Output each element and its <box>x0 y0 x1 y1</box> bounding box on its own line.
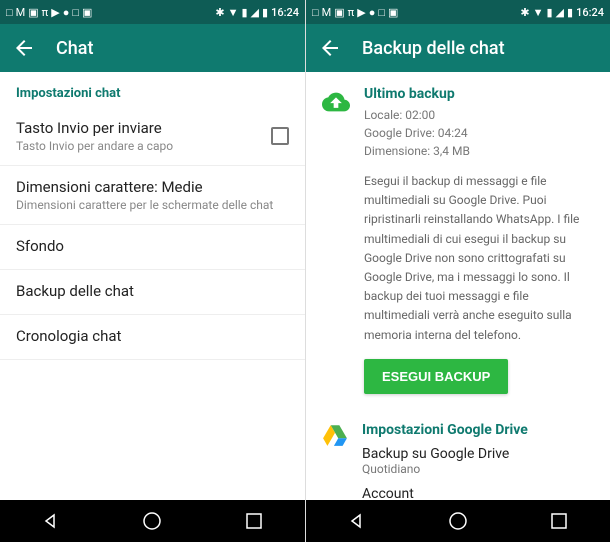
list-item-enter-send[interactable]: Tasto Invio per inviare Tasto Invio per … <box>0 107 305 166</box>
screen-chat-backup: □M▣π▶●□▣ ✱▼▮◢▮ 16:24 Backup delle chat U… <box>305 0 610 542</box>
nav-bar <box>306 500 610 542</box>
backup-size: Dimensione: 3,4 MB <box>364 142 594 160</box>
page-title: Chat <box>56 38 93 59</box>
backup-local-time: Locale: 02:00 <box>364 106 594 124</box>
cloud-upload-icon <box>322 88 350 116</box>
status-icons-left: □M▣π▶●□▣ <box>312 6 398 19</box>
backup-content[interactable]: Ultimo backup Locale: 02:00 Google Drive… <box>306 72 610 500</box>
gdrive-backup-frequency[interactable]: Backup su Google Drive Quotidiano <box>362 446 594 476</box>
nav-recent-button[interactable] <box>547 509 571 533</box>
list-item-font-size[interactable]: Dimensioni carattere: Medie Dimensioni c… <box>0 166 305 225</box>
google-drive-icon <box>322 422 348 448</box>
list-item-secondary: Dimensioni carattere per le schermate de… <box>16 198 289 212</box>
back-button[interactable] <box>318 36 342 60</box>
backup-drive-time: Google Drive: 04:24 <box>364 124 594 142</box>
status-bar: □M▣π▶●□▣ ✱▼▮◢▮ 16:24 <box>0 0 305 24</box>
status-time: 16:24 <box>271 6 299 19</box>
backup-now-button[interactable]: ESEGUI BACKUP <box>364 359 508 394</box>
app-bar: Backup delle chat <box>306 24 610 72</box>
back-button[interactable] <box>12 36 36 60</box>
list-item-chat-backup[interactable]: Backup delle chat <box>0 270 305 315</box>
list-item-primary: Backup delle chat <box>16 282 289 300</box>
status-icons-right: ✱▼▮◢▮ 16:24 <box>215 6 299 19</box>
gdrive-item-secondary: Quotidiano <box>362 462 594 476</box>
status-bar: □M▣π▶●□▣ ✱▼▮◢▮ 16:24 <box>306 0 610 24</box>
list-item-wallpaper[interactable]: Sfondo <box>0 225 305 270</box>
status-icons-left: □M▣π▶●□▣ <box>6 6 92 19</box>
list-item-primary: Cronologia chat <box>16 327 289 345</box>
checkbox-enter-send[interactable] <box>271 127 289 145</box>
nav-back-button[interactable] <box>39 509 63 533</box>
nav-bar <box>0 500 305 542</box>
nav-home-button[interactable] <box>446 509 470 533</box>
screen-chat-settings: □M▣π▶●□▣ ✱▼▮◢▮ 16:24 Chat Impostazioni c… <box>0 0 305 542</box>
status-icons-right: ✱▼▮◢▮ 16:24 <box>520 6 604 19</box>
gdrive-item-primary: Backup su Google Drive <box>362 446 594 462</box>
backup-description: Esegui il backup di messaggi e file mult… <box>364 172 594 345</box>
page-title: Backup delle chat <box>362 38 505 59</box>
nav-recent-button[interactable] <box>242 509 266 533</box>
list-item-primary: Tasto Invio per inviare <box>16 119 259 137</box>
gdrive-account[interactable]: Account <box>362 486 594 500</box>
status-time: 16:24 <box>576 6 604 19</box>
app-bar: Chat <box>0 24 305 72</box>
list-item-chat-history[interactable]: Cronologia chat <box>0 315 305 360</box>
list-item-primary: Sfondo <box>16 237 289 255</box>
section-header: Impostazioni chat <box>0 72 305 107</box>
gdrive-item-primary: Account <box>362 486 594 500</box>
settings-content[interactable]: Impostazioni chat Tasto Invio per inviar… <box>0 72 305 500</box>
backup-title: Ultimo backup <box>364 86 594 102</box>
gdrive-section-title: Impostazioni Google Drive <box>362 422 594 438</box>
list-item-secondary: Tasto Invio per andare a capo <box>16 139 259 153</box>
nav-home-button[interactable] <box>140 509 164 533</box>
list-item-primary: Dimensioni carattere: Medie <box>16 178 289 196</box>
nav-back-button[interactable] <box>345 509 369 533</box>
